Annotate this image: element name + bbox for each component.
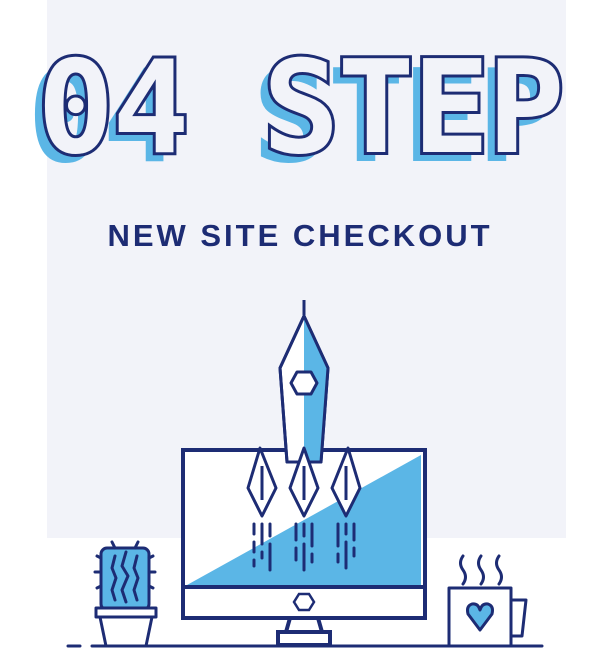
rocket-exhaust	[252, 522, 356, 572]
steam-icon	[459, 554, 503, 586]
coffee-mug-icon	[447, 554, 528, 648]
rocket-icon	[246, 300, 362, 518]
cactus-icon	[93, 540, 158, 648]
desk-illustration	[66, 300, 544, 648]
